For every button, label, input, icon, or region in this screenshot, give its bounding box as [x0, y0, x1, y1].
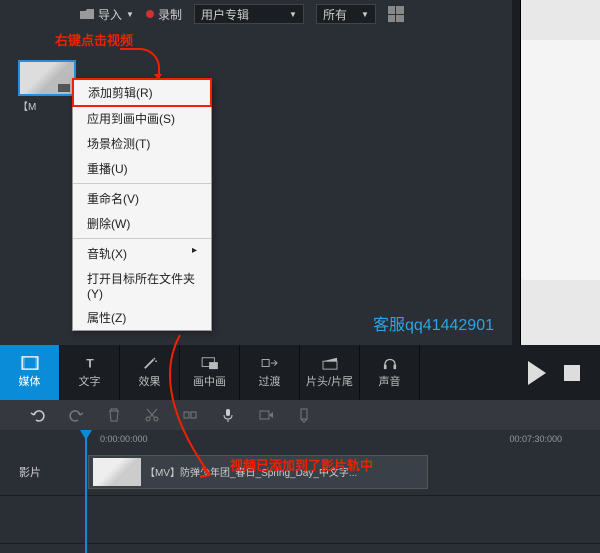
track-2[interactable]: [0, 496, 600, 544]
category-dropdown[interactable]: 用户专辑 ▼: [194, 4, 304, 24]
tab-label: 画中画: [193, 373, 226, 389]
split-icon[interactable]: [182, 407, 198, 423]
trash-icon[interactable]: [106, 407, 122, 423]
timeline-toolbar: [0, 400, 600, 430]
media-thumbnail[interactable]: 【M: [18, 60, 76, 113]
wand-icon: [141, 356, 159, 370]
undo-icon[interactable]: [30, 407, 46, 423]
menu-rename[interactable]: 重命名(V): [73, 186, 211, 211]
filter-dropdown[interactable]: 所有 ▼: [316, 4, 376, 24]
menu-apply-pip[interactable]: 应用到画中画(S): [73, 106, 211, 131]
mic-icon[interactable]: [220, 407, 236, 423]
import-label: 导入: [98, 6, 122, 23]
chevron-down-icon: ▼: [361, 10, 369, 19]
media-panel: 导入 ▼ 录制 用户专辑 ▼ 所有 ▼ 右键点击视频 【M 添加剪辑(R: [0, 0, 512, 345]
playhead[interactable]: [85, 430, 87, 553]
annotation-qq: 客服qq41442901: [373, 311, 494, 335]
play-button[interactable]: [528, 361, 546, 385]
video-icon[interactable]: [258, 407, 274, 423]
time-end: 00:07:30:000: [509, 434, 562, 444]
record-icon: [146, 10, 154, 18]
track-label: 影片: [0, 464, 60, 480]
timeline[interactable]: 0:00:00:000 00:07:30:000 影片 【MV】防弹少年团_春日…: [0, 430, 600, 553]
tab-effects[interactable]: 效果: [120, 345, 180, 400]
annotation-added: 视频已添加到了影片轨中: [230, 455, 373, 474]
preview-viewport: [521, 40, 600, 280]
thumbnail-image: [18, 60, 76, 96]
media-toolbar: 导入 ▼ 录制 用户专辑 ▼ 所有 ▼: [0, 0, 512, 28]
text-icon: T: [81, 356, 99, 370]
tab-media[interactable]: 媒体: [0, 345, 60, 400]
clapper-icon: [321, 356, 339, 370]
menu-replay[interactable]: 重播(U): [73, 156, 211, 181]
tab-label: 过渡: [259, 373, 281, 389]
thumbnail-label: 【M: [18, 98, 76, 113]
menu-audio-track[interactable]: 音轨(X): [73, 241, 211, 266]
menu-separator: [73, 238, 211, 239]
tab-label: 文字: [79, 373, 101, 389]
annotation-right-click: 右键点击视频: [55, 30, 133, 49]
cut-icon[interactable]: [144, 407, 160, 423]
context-menu: 添加剪辑(R) 应用到画中画(S) 场景检测(T) 重播(U) 重命名(V) 删…: [72, 78, 212, 331]
filter-value: 所有: [323, 6, 347, 23]
tab-intro[interactable]: 片头/片尾: [300, 345, 360, 400]
menu-open-folder[interactable]: 打开目标所在文件夹(Y): [73, 266, 211, 305]
view-mode-button[interactable]: [388, 6, 404, 22]
menu-add-clip[interactable]: 添加剪辑(R): [72, 78, 212, 107]
menu-scene-detect[interactable]: 场景检测(T): [73, 131, 211, 156]
record-label: 录制: [158, 6, 182, 23]
pip-icon: [201, 356, 219, 370]
menu-separator: [73, 183, 211, 184]
annotation-arrow-1: [120, 48, 160, 78]
menu-properties[interactable]: 属性(Z): [73, 305, 211, 330]
clip-thumbnail: [93, 458, 141, 486]
redo-icon[interactable]: [68, 407, 84, 423]
playback-controls: [528, 345, 600, 400]
transition-icon: [261, 356, 279, 370]
chevron-down-icon: ▼: [126, 10, 134, 19]
record-button[interactable]: 录制: [146, 6, 182, 23]
tab-label: 声音: [379, 373, 401, 389]
svg-text:T: T: [86, 356, 94, 370]
import-button[interactable]: 导入 ▼: [80, 6, 134, 23]
tab-label: 片头/片尾: [306, 373, 353, 389]
time-start: 0:00:00:000: [100, 434, 148, 444]
marker-icon[interactable]: [296, 407, 312, 423]
headphones-icon: [381, 356, 399, 370]
tab-label: 媒体: [19, 373, 41, 389]
tab-bar: 媒体 T 文字 效果 画中画 过渡 片头/片尾 声音: [0, 345, 600, 400]
stop-button[interactable]: [564, 365, 580, 381]
tab-pip[interactable]: 画中画: [180, 345, 240, 400]
preview-panel: [520, 0, 600, 345]
chevron-down-icon: ▼: [289, 10, 297, 19]
media-icon: [21, 356, 39, 370]
category-value: 用户专辑: [201, 6, 249, 23]
tab-transition[interactable]: 过渡: [240, 345, 300, 400]
folder-icon: [80, 9, 94, 19]
tab-text[interactable]: T 文字: [60, 345, 120, 400]
tab-label: 效果: [139, 373, 161, 389]
menu-delete[interactable]: 删除(W): [73, 211, 211, 236]
tab-sound[interactable]: 声音: [360, 345, 420, 400]
